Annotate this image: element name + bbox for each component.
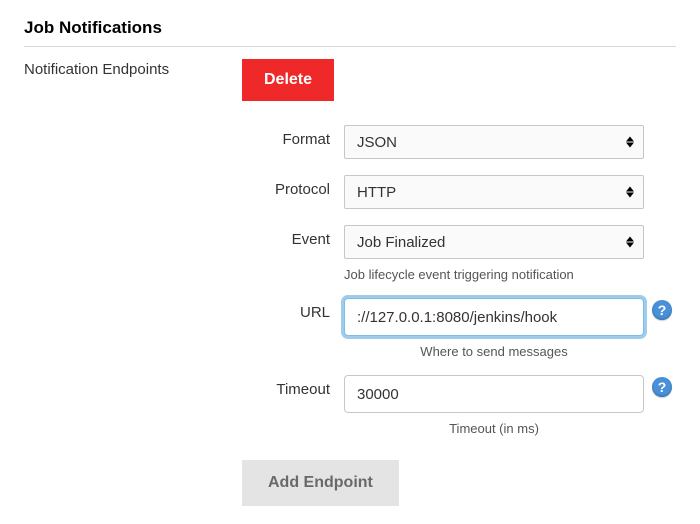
add-endpoint-button[interactable]: Add Endpoint [242,460,399,506]
add-endpoint-row: Add Endpoint [242,460,676,506]
endpoints-header-row: Notification Endpoints Delete [24,59,676,103]
timeout-label: Timeout [24,375,344,398]
url-row: URL ? Where to send messages [24,298,676,359]
protocol-row: Protocol HTTP [24,175,676,209]
format-select[interactable]: JSON [344,125,644,159]
format-select-value: JSON [357,134,397,151]
protocol-select[interactable]: HTTP [344,175,644,209]
help-icon[interactable]: ? [652,300,672,320]
format-label: Format [24,125,344,148]
section-divider [24,46,676,47]
url-input[interactable] [344,298,644,336]
event-select-value: Job Finalized [357,234,445,251]
timeout-row: Timeout ? Timeout (in ms) [24,375,676,436]
protocol-select-value: HTTP [357,184,396,201]
updown-caret-icon [626,137,634,148]
protocol-label: Protocol [24,175,344,198]
notification-endpoints-label: Notification Endpoints [24,61,169,78]
url-hint: Where to send messages [344,344,644,359]
timeout-hint: Timeout (in ms) [344,421,644,436]
delete-button[interactable]: Delete [242,59,334,101]
help-icon[interactable]: ? [652,377,672,397]
event-select[interactable]: Job Finalized [344,225,644,259]
url-label: URL [24,298,344,321]
event-hint: Job lifecycle event triggering notificat… [344,267,644,282]
timeout-input[interactable] [344,375,644,413]
endpoint-form: Format JSON Protocol HTTP [24,125,676,436]
updown-caret-icon [626,187,634,198]
event-row: Event Job Finalized Job lifecycle event … [24,225,676,282]
event-label: Event [24,225,344,248]
section-title: Job Notifications [24,18,676,38]
format-row: Format JSON [24,125,676,159]
updown-caret-icon [626,237,634,248]
